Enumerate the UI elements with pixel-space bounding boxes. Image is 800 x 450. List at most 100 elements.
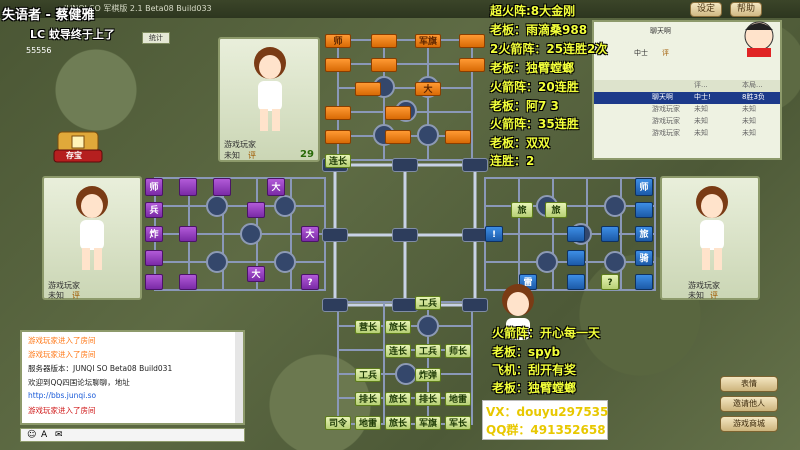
piece-top[interactable]	[371, 58, 397, 72]
piece-right[interactable]	[601, 226, 619, 242]
rating-badge[interactable]: 评	[710, 290, 718, 301]
station[interactable]	[392, 228, 418, 242]
piece-right[interactable]: 旅	[545, 202, 567, 218]
piece-right[interactable]: 骑	[635, 250, 653, 266]
table-row[interactable]: 游戏玩家 未知 未知	[594, 116, 780, 128]
piece-bottom[interactable]: 地雷	[445, 392, 471, 406]
shop-button[interactable]: 游戏商城	[720, 416, 778, 432]
emote-button[interactable]: 表情	[720, 376, 778, 392]
piece-left[interactable]	[179, 178, 197, 196]
table-row[interactable]: 聊天啊 中士! 8胜3负	[594, 92, 780, 104]
subtitle-text: LC 蚊导终于上了	[30, 28, 115, 41]
piece-top[interactable]	[385, 130, 411, 144]
chat-scrollbar[interactable]	[235, 332, 243, 423]
piece-right[interactable]	[635, 274, 653, 290]
piece-left[interactable]: 大	[247, 266, 265, 282]
camp[interactable]	[604, 251, 626, 273]
piece-left[interactable]: 大	[267, 178, 285, 196]
piece-top[interactable]	[371, 34, 397, 48]
camp[interactable]	[395, 363, 417, 385]
chat-log[interactable]: 游戏玩家进入了房间 游戏玩家进入了房间 服务器版本：JUNQI SO Beta0…	[20, 330, 245, 425]
station[interactable]	[322, 298, 348, 312]
help-button[interactable]: 帮助	[730, 2, 762, 17]
fans-line: 老板：独臂螳螂	[490, 61, 575, 75]
camp[interactable]	[274, 251, 296, 273]
piece-top[interactable]: 大	[415, 82, 441, 96]
player-card-right[interactable]: 游戏玩家 未知 评	[660, 176, 760, 300]
piece-left[interactable]: ?	[301, 274, 319, 290]
camp[interactable]	[240, 223, 262, 245]
mascot-icon	[744, 21, 774, 57]
piece-top[interactable]	[445, 130, 471, 144]
camp[interactable]	[536, 251, 558, 273]
piece-bottom[interactable]: 营长	[355, 320, 381, 334]
piece-right[interactable]: !	[485, 226, 503, 242]
piece-left[interactable]	[213, 178, 231, 196]
piece-bottom[interactable]: 排长	[415, 392, 441, 406]
font-icon[interactable]: A	[41, 430, 47, 440]
player-card-left[interactable]: 游戏玩家 未知 评	[42, 176, 142, 300]
piece-right[interactable]: 旅	[511, 202, 533, 218]
station[interactable]	[392, 158, 418, 172]
piece-right[interactable]	[567, 226, 585, 242]
piece-top[interactable]: 军旗	[415, 34, 441, 48]
piece-top[interactable]	[355, 82, 381, 96]
piece-left[interactable]: 师	[145, 178, 163, 196]
piece-bottom[interactable]: 旅长	[385, 392, 411, 406]
piece-selected[interactable]: 连长	[325, 154, 351, 168]
camp[interactable]	[206, 251, 228, 273]
send-icon[interactable]: ✉	[55, 430, 63, 440]
piece-right[interactable]: 旅	[635, 226, 653, 242]
piece-bottom[interactable]: 地雷	[355, 416, 381, 430]
piece-top[interactable]	[459, 58, 485, 72]
rating-badge[interactable]: 评	[72, 290, 80, 301]
piece-bottom[interactable]: 炸弹	[415, 368, 441, 382]
piece-left[interactable]	[179, 226, 197, 242]
table-row[interactable]: 游戏玩家 未知 未知	[594, 128, 780, 140]
piece-bottom[interactable]: 工兵	[415, 344, 441, 358]
settings-button[interactable]: 设定	[690, 2, 722, 17]
piece-bottom[interactable]: 军长	[445, 416, 471, 430]
piece-bottom[interactable]: 旅长	[385, 320, 411, 334]
piece-bottom[interactable]: 排长	[355, 392, 381, 406]
piece-top[interactable]	[325, 130, 351, 144]
piece-bottom[interactable]: 军旗	[415, 416, 441, 430]
invite-button[interactable]: 邀请他人	[720, 396, 778, 412]
camp[interactable]	[604, 195, 626, 217]
station[interactable]	[322, 228, 348, 242]
table-row[interactable]: 游戏玩家 未知 未知	[594, 104, 780, 116]
piece-bottom[interactable]: 师长	[445, 344, 471, 358]
piece-left[interactable]: 大	[301, 226, 319, 242]
piece-top[interactable]	[459, 34, 485, 48]
station[interactable]	[462, 298, 488, 312]
camp[interactable]	[417, 124, 439, 146]
station[interactable]	[462, 158, 488, 172]
camp[interactable]	[417, 315, 439, 337]
piece-right[interactable]: ?	[601, 274, 619, 290]
piece-bottom[interactable]: 工兵	[355, 368, 381, 382]
piece-bottom[interactable]: 连长	[385, 344, 411, 358]
piece-bottom[interactable]: 旅长	[385, 416, 411, 430]
piece-top[interactable]	[325, 58, 351, 72]
piece-left[interactable]	[145, 274, 163, 290]
piece-right[interactable]: 师	[635, 178, 653, 196]
piece-right[interactable]	[567, 250, 585, 266]
piece-top[interactable]	[325, 106, 351, 120]
emoji-icon[interactable]: ☺	[27, 430, 36, 440]
piece-bottom[interactable]: 工兵	[415, 296, 441, 310]
piece-left[interactable]	[179, 274, 197, 290]
chat-link[interactable]: http://bbs.junqi.so	[28, 391, 96, 400]
piece-left[interactable]: 兵	[145, 202, 163, 218]
piece-left[interactable]: 炸	[145, 226, 163, 242]
camp[interactable]	[206, 195, 228, 217]
piece-top[interactable]: 师	[325, 34, 351, 48]
piece-left[interactable]	[247, 202, 265, 218]
piece-bottom[interactable]: 司令	[325, 416, 351, 430]
camp[interactable]	[274, 195, 296, 217]
piece-right[interactable]	[567, 274, 585, 290]
piece-top[interactable]	[385, 106, 411, 120]
piece-left[interactable]	[145, 250, 163, 266]
piece-right[interactable]	[635, 202, 653, 218]
treasure-chest[interactable]: 存宝	[52, 128, 104, 164]
panel-badge[interactable]: 评	[662, 48, 669, 58]
